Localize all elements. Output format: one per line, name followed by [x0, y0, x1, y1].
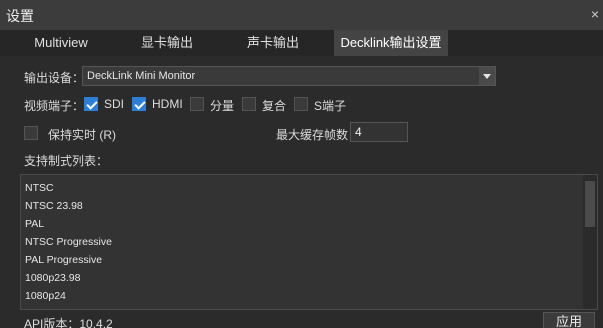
sdi-label: SDI	[104, 97, 125, 111]
formats-list[interactable]: NTSC NTSC 23.98 PAL NTSC Progressive PAL…	[20, 174, 598, 310]
scrollbar-thumb[interactable]	[585, 181, 595, 227]
title-bar: 设置 ×	[0, 0, 603, 30]
api-version-label: API版本：	[24, 317, 80, 328]
scrollbar[interactable]	[583, 175, 597, 309]
s-video-checkbox[interactable]	[294, 97, 308, 111]
component-checkbox[interactable]	[190, 97, 204, 111]
list-item[interactable]: PAL Progressive	[25, 254, 102, 266]
tab-multiview[interactable]: Multiview	[8, 30, 114, 56]
window-title: 设置	[6, 8, 34, 24]
buffer-label: 最大缓存帧数：	[276, 128, 361, 142]
output-device-select[interactable]: DeckLink Mini Monitor	[82, 66, 496, 86]
hdmi-label: HDMI	[152, 97, 183, 111]
chevron-down-icon	[479, 67, 495, 85]
buffer-input[interactable]	[350, 122, 408, 142]
tab-audio-output[interactable]: 声卡输出	[220, 30, 326, 56]
formats-label: 支持制式列表：	[24, 154, 109, 168]
list-item[interactable]: NTSC	[25, 182, 54, 194]
apply-button[interactable]: 应用	[543, 312, 595, 328]
tab-decklink-output[interactable]: Decklink输出设置	[334, 30, 448, 56]
list-item[interactable]: NTSC 23.98	[25, 200, 83, 212]
composite-label: 复合	[262, 99, 287, 113]
component-label: 分量	[210, 99, 235, 113]
output-device-value: DeckLink Mini Monitor	[87, 70, 196, 82]
composite-checkbox[interactable]	[242, 97, 256, 111]
close-icon[interactable]: ×	[591, 6, 599, 22]
api-version-value: 10.4.2	[79, 317, 113, 328]
list-item[interactable]: PAL	[25, 218, 44, 230]
hdmi-checkbox[interactable]	[132, 97, 146, 111]
s-video-label: S端子	[314, 99, 347, 113]
realtime-checkbox[interactable]	[24, 126, 38, 140]
realtime-label: 保持实时 (R)	[48, 128, 116, 142]
tab-display-output[interactable]: 显卡输出	[114, 30, 220, 56]
settings-panel: 输出设备： DeckLink Mini Monitor 视频端子： SDI HD…	[0, 56, 603, 328]
video-port-label: 视频端子：	[24, 99, 85, 113]
list-item[interactable]: 1080p23.98	[25, 272, 80, 284]
list-item[interactable]: 1080p24	[25, 290, 66, 302]
api-version: API版本：10.4.2	[24, 315, 113, 328]
tab-bar: Multiview 显卡输出 声卡输出 Decklink输出设置	[0, 30, 603, 56]
list-item[interactable]: NTSC Progressive	[25, 236, 112, 248]
sdi-checkbox[interactable]	[84, 97, 98, 111]
output-device-label: 输出设备：	[24, 71, 85, 85]
